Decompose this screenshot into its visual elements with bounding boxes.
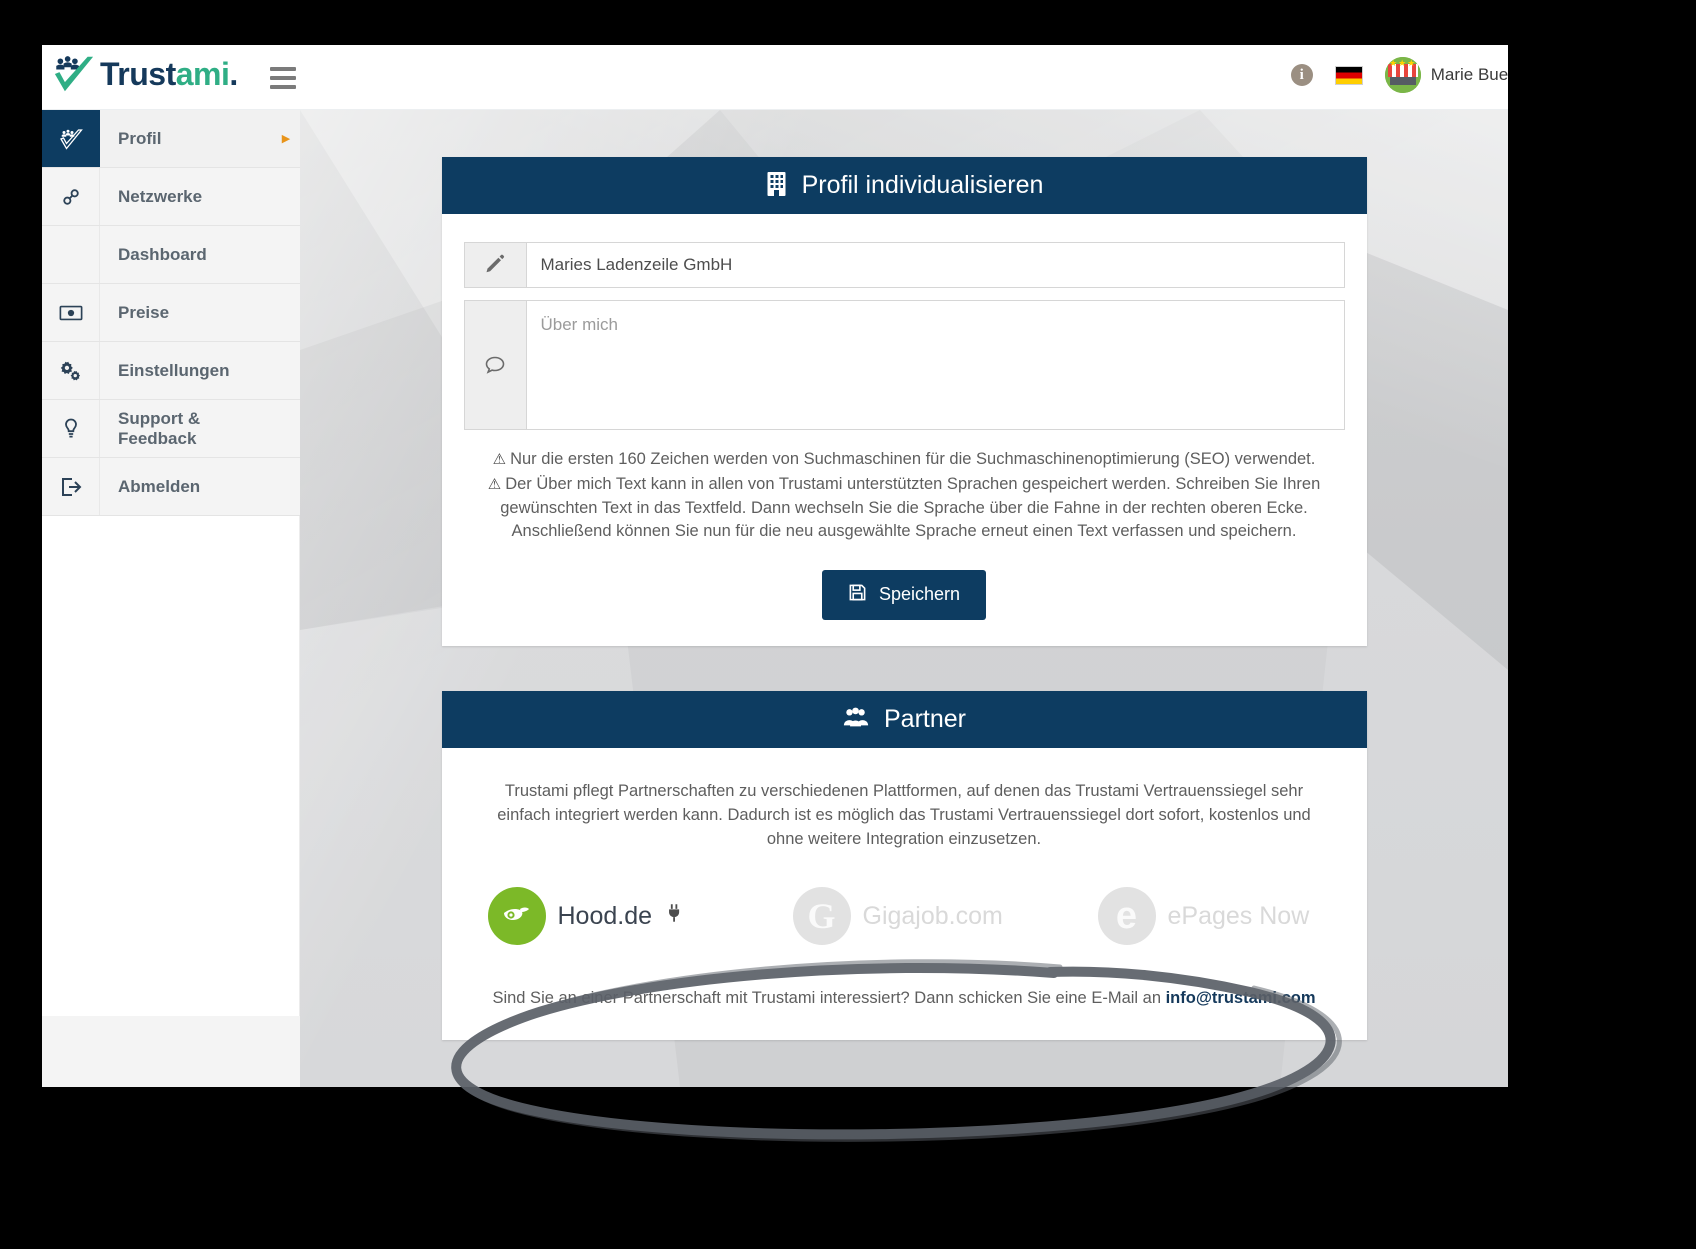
menu-toggle-button[interactable] bbox=[270, 67, 296, 89]
partner-name-label: ePages Now bbox=[1167, 901, 1310, 930]
logout-icon bbox=[42, 458, 100, 515]
save-button[interactable]: Speichern bbox=[821, 569, 987, 620]
brand-text-dot: . bbox=[229, 55, 238, 92]
avatar: ★★★ bbox=[1384, 57, 1421, 93]
sidebar: Profil ▶ Netzwerke Dashboard Preise Eins… bbox=[42, 110, 300, 1087]
brand-wordmark: Trust ami. bbox=[100, 56, 238, 93]
hamburger-line bbox=[270, 85, 296, 89]
top-bar: Trust ami. i ★★★ Marie Bue bbox=[42, 45, 1508, 110]
plug-icon bbox=[664, 902, 686, 930]
username-label: Marie Buechert bbox=[1430, 65, 1508, 84]
comment-icon bbox=[463, 300, 526, 430]
sidebar-item-dashboard[interactable]: Dashboard bbox=[42, 226, 300, 284]
partner-list: Hood.de G Gigajob.com e ePages Now bbox=[464, 887, 1345, 946]
app-window: Trust ami. i ★★★ Marie Bue Profil ▶ Netz… bbox=[42, 45, 1508, 1087]
sidebar-item-label: Einstellungen bbox=[118, 360, 230, 380]
sidebar-item-support-feedback[interactable]: Support & Feedback bbox=[42, 400, 300, 458]
user-menu[interactable]: ★★★ Marie Buechert bbox=[1384, 57, 1508, 93]
partner-item-epages[interactable]: e ePages Now bbox=[1097, 887, 1310, 946]
partner-card-header: Partner bbox=[441, 690, 1367, 748]
partner-card-body: Trustami pflegt Partnerschaften zu versc… bbox=[442, 748, 1367, 1041]
epages-logo-icon: e bbox=[1097, 887, 1156, 946]
money-icon bbox=[42, 284, 100, 341]
note-2-text: Der Über mich Text kann in allen von Tru… bbox=[500, 475, 1321, 541]
profile-card-body: ⚠Nur die ersten 160 Zeichen werden von S… bbox=[442, 214, 1367, 646]
contact-email-link[interactable]: info@trustami.com bbox=[1166, 989, 1316, 1007]
brand-text-dark: Trust bbox=[100, 55, 176, 92]
german-flag-icon[interactable] bbox=[1334, 65, 1363, 85]
profile-card: Profil individualisieren Maries Ladenzei… bbox=[441, 157, 1367, 646]
caret-slot bbox=[272, 284, 300, 341]
sidebar-item-profil[interactable]: Profil ▶ bbox=[42, 110, 300, 168]
floppy-disk-icon bbox=[848, 583, 867, 607]
partner-item-hood[interactable]: Hood.de bbox=[487, 887, 793, 946]
sidebar-item-label: Preise bbox=[118, 302, 170, 322]
main-content: Profil individualisieren Maries Ladenzei… bbox=[300, 110, 1508, 1087]
pencil-icon bbox=[463, 242, 526, 288]
trustami-check-icon bbox=[54, 56, 94, 92]
profile-card-header: Profil individualisieren bbox=[441, 157, 1367, 214]
sidebar-item-einstellungen[interactable]: Einstellungen bbox=[42, 342, 300, 400]
partner-card: Partner Trustami pflegt Partnerschaften … bbox=[441, 690, 1367, 1041]
note-1-text: Nur die ersten 160 Zeichen werden von Su… bbox=[510, 450, 1316, 468]
sidebar-item-label: Netzwerke bbox=[118, 186, 203, 206]
profile-card-title: Profil individualisieren bbox=[801, 171, 1044, 199]
screenshot-root: Trust ami. i ★★★ Marie Bue Profil ▶ Netz… bbox=[0, 0, 1696, 1249]
hamburger-line bbox=[270, 76, 296, 80]
partner-intro-text: Trustami pflegt Partnerschaften zu versc… bbox=[497, 781, 1311, 848]
topbar-right: i ★★★ Marie Buechert bbox=[1290, 57, 1508, 93]
sidebar-item-label: Support & Feedback bbox=[118, 408, 201, 448]
hamburger-line bbox=[270, 67, 296, 71]
sidebar-item-netzwerke[interactable]: Netzwerke bbox=[42, 168, 300, 226]
sidebar-item-preise[interactable]: Preise bbox=[42, 284, 300, 342]
note-line-2: ⚠ Der Über mich Text kann in allen von Tr… bbox=[468, 473, 1341, 543]
partner-item-gigajob[interactable]: G Gigajob.com bbox=[792, 887, 1098, 946]
hood-logo-icon bbox=[487, 887, 546, 946]
partner-name-label: Hood.de bbox=[557, 901, 653, 930]
partner-name-label: Gigajob.com bbox=[862, 901, 1003, 930]
profile-notes: ⚠ Nur die ersten 160 Zeichen werden von S… bbox=[464, 442, 1345, 544]
caret-slot bbox=[272, 168, 300, 225]
warning-icon: ⚠ bbox=[492, 451, 507, 468]
warning-icon: ⚠ bbox=[487, 476, 502, 494]
gears-icon bbox=[42, 342, 100, 399]
sidebar-item-abmelden[interactable]: Abmelden bbox=[42, 458, 300, 516]
lightbulb-icon bbox=[42, 400, 100, 457]
trustami-check-icon bbox=[42, 110, 100, 167]
sidebar-empty-area bbox=[42, 516, 300, 1016]
brand-logo[interactable]: Trust ami. bbox=[52, 54, 238, 94]
brand-text-green: ami bbox=[175, 55, 230, 92]
chevron-right-icon: ▶ bbox=[281, 133, 291, 145]
caret-slot bbox=[272, 226, 300, 283]
contact-prefix-text: Sind Sie an einer Partnerschaft mit Trus… bbox=[492, 989, 1166, 1008]
sidebar-item-label: Abmelden bbox=[118, 476, 201, 496]
save-button-label: Speichern bbox=[878, 584, 961, 605]
sidebar-item-label: Dashboard bbox=[118, 244, 207, 264]
partner-card-title: Partner bbox=[884, 704, 966, 733]
company-name-input[interactable] bbox=[525, 242, 1345, 288]
link-icon bbox=[42, 168, 100, 225]
gigajob-logo-icon: G bbox=[792, 887, 851, 946]
dashboard-icon bbox=[42, 226, 100, 283]
caret-slot bbox=[272, 458, 300, 515]
caret-slot bbox=[272, 342, 300, 399]
note-line-1: ⚠ Nur die ersten 160 Zeichen werden von S… bbox=[468, 448, 1341, 471]
sidebar-item-label: Profil bbox=[118, 128, 162, 148]
partner-contact-line: Sind Sie an einer Partnerschaft mit Trus… bbox=[464, 989, 1345, 1014]
about-textarea[interactable] bbox=[525, 300, 1345, 430]
caret-slot bbox=[272, 400, 300, 457]
building-icon bbox=[765, 171, 788, 201]
users-icon bbox=[842, 706, 870, 732]
company-name-group bbox=[463, 242, 1345, 288]
about-group bbox=[463, 300, 1345, 430]
info-icon[interactable]: i bbox=[1290, 64, 1313, 86]
